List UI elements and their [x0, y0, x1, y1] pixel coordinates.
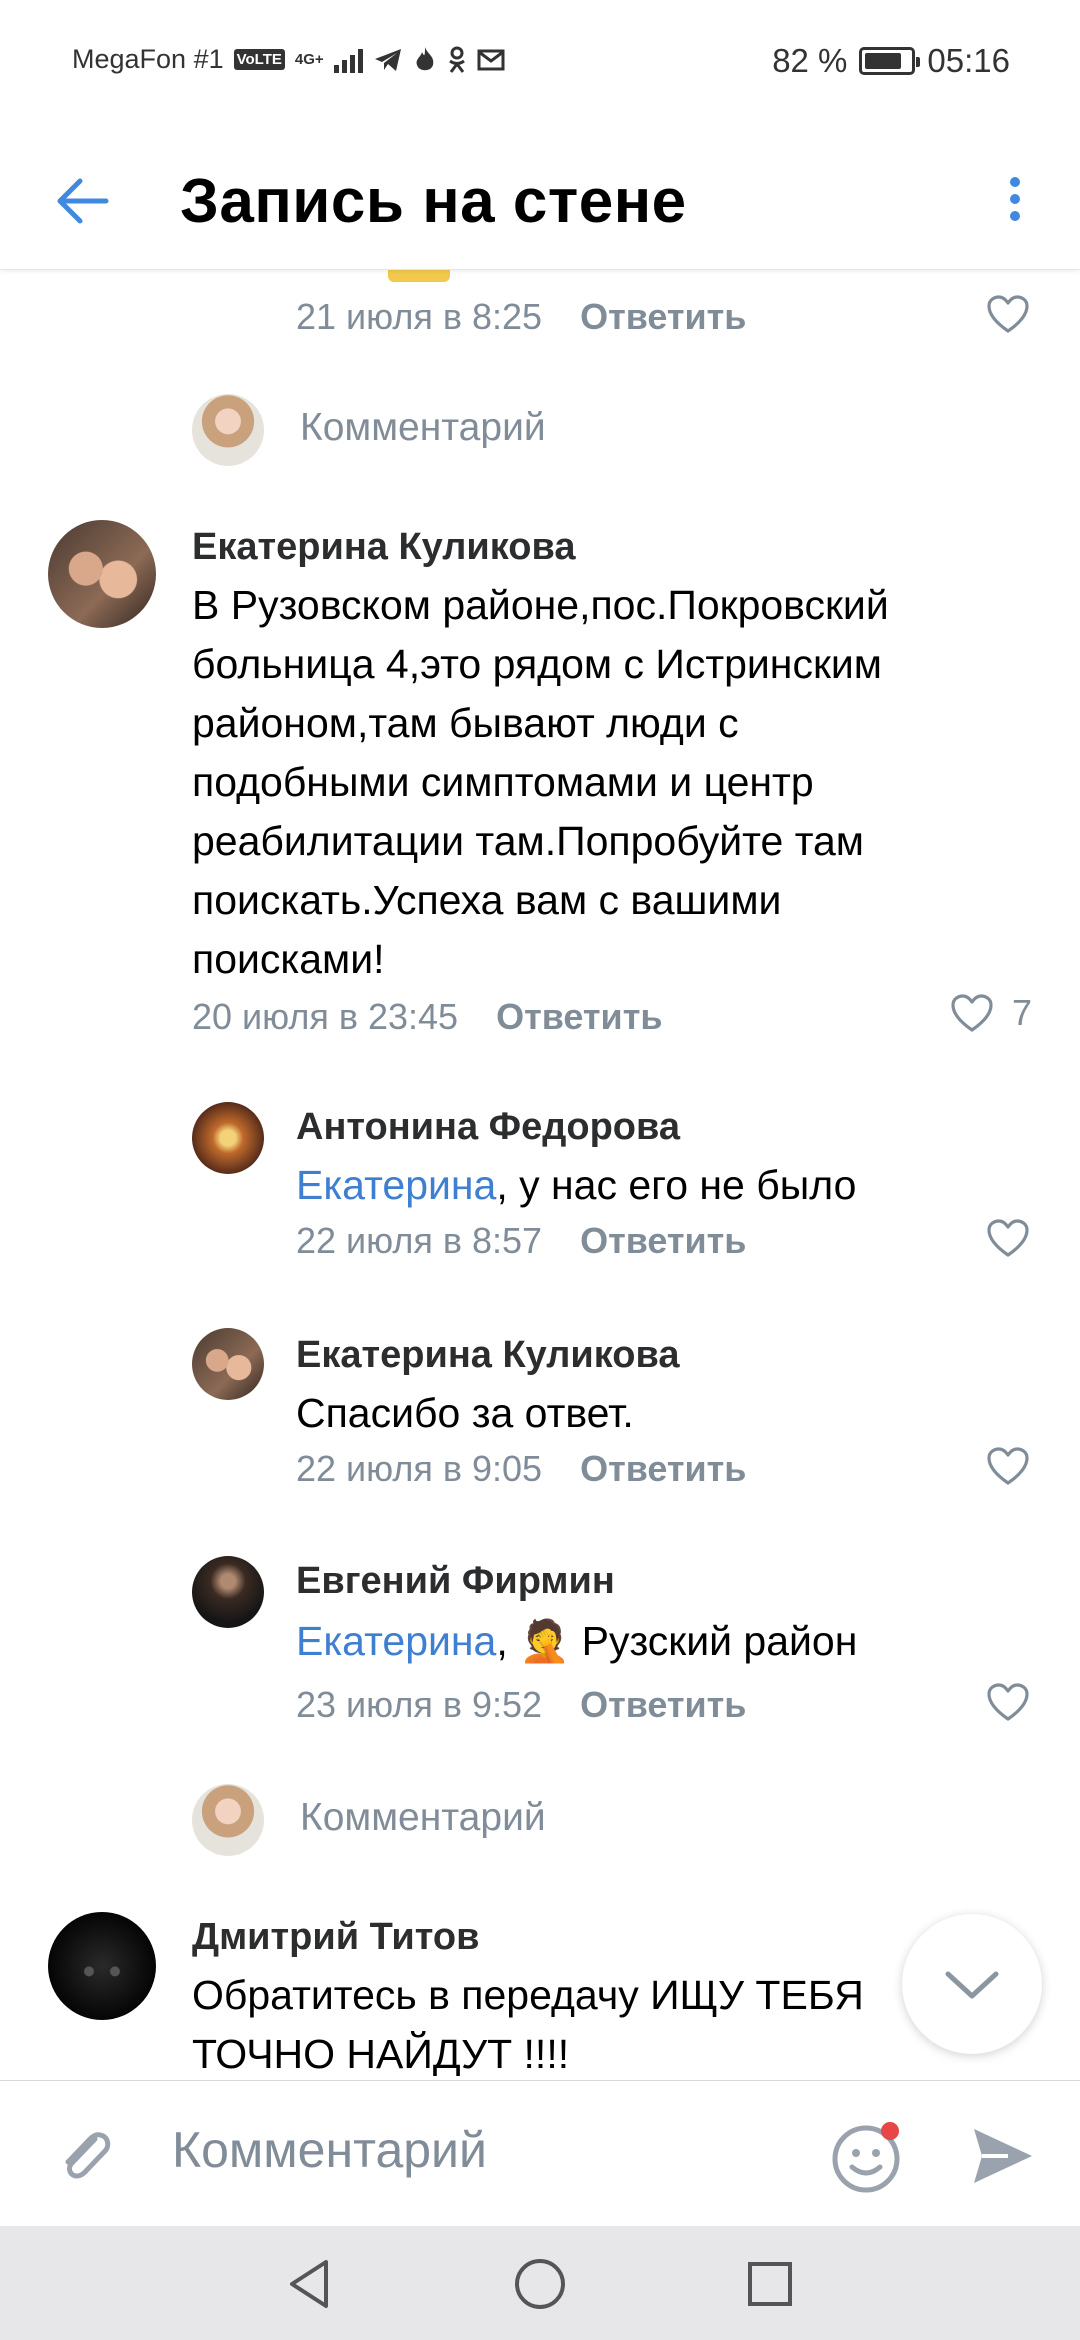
- status-left: MegaFon #1 VoLTE 4G+: [72, 44, 505, 75]
- reply-button[interactable]: Ответить: [580, 296, 746, 338]
- nav-home-button[interactable]: [510, 2254, 570, 2314]
- mention-link[interactable]: Екатерина: [296, 1162, 496, 1208]
- avatar[interactable]: [192, 1556, 264, 1628]
- send-icon: [974, 2129, 1032, 2183]
- scroll-down-button[interactable]: [902, 1914, 1042, 2054]
- nav-back-button[interactable]: [280, 2254, 340, 2314]
- comment-placeholder: Комментарий: [300, 1796, 546, 1839]
- comment-date: 22 июля в 9:05: [296, 1448, 543, 1489]
- like-button[interactable]: [986, 1446, 1030, 1486]
- heart-icon: [987, 1447, 1029, 1485]
- battery-percent: 82 %: [772, 42, 848, 79]
- network-type: 4G+: [294, 51, 324, 68]
- mention-link[interactable]: Екатерина: [296, 1618, 496, 1664]
- mail-icon: [477, 49, 505, 70]
- more-vertical-icon: [1010, 177, 1020, 187]
- comment-author[interactable]: Евгений Фирмин: [296, 1560, 615, 1603]
- back-button[interactable]: [50, 166, 120, 236]
- system-nav-bar: [0, 2226, 1080, 2340]
- comment-meta: 23 июля в 9:52 Ответить: [296, 1684, 746, 1726]
- like-button[interactable]: [986, 1682, 1030, 1722]
- more-options-button[interactable]: [990, 162, 1040, 236]
- telegram-icon: [374, 48, 401, 71]
- volte-badge: VoLTE: [233, 49, 285, 70]
- avatar[interactable]: [192, 1102, 264, 1174]
- comment-author[interactable]: Екатерина Куликова: [296, 1334, 680, 1377]
- comment-meta: 21 июля в 8:25 Ответить: [296, 296, 746, 338]
- comment-meta: 20 июля в 23:45 Ответить: [192, 996, 662, 1038]
- status-right: 82 % 05:16: [772, 42, 1010, 80]
- heart-icon: [951, 994, 993, 1032]
- comment-author[interactable]: Екатерина Куликова: [192, 526, 576, 569]
- comment-text: Спасибо за ответ.: [296, 1390, 634, 1436]
- comment-author[interactable]: Антонина Федорова: [296, 1106, 680, 1149]
- page-title: Запись на стене: [180, 167, 687, 236]
- comment-meta: 22 июля в 9:05 Ответить: [296, 1448, 746, 1490]
- circle-home-icon: [515, 2259, 565, 2309]
- avatar[interactable]: [192, 1328, 264, 1400]
- battery-icon: [859, 47, 921, 75]
- clock: 05:16: [927, 42, 1010, 79]
- avatar[interactable]: [48, 1912, 156, 2020]
- chevron-down-icon: [945, 1971, 999, 1999]
- nav-recents-button[interactable]: [740, 2254, 800, 2314]
- comment-text: Екатерина, у нас его не было: [296, 1162, 857, 1208]
- comment-author[interactable]: Дмитрий Титов: [192, 1916, 479, 1959]
- status-bar: MegaFon #1 VoLTE 4G+ 82 % 05:16: [0, 0, 1080, 126]
- paperclip-icon: [65, 2132, 111, 2179]
- reply-button[interactable]: Ответить: [580, 1220, 746, 1262]
- carrier-name: MegaFon #1: [72, 44, 224, 74]
- triangle-back-icon: [290, 2260, 328, 2308]
- reply-button[interactable]: Ответить: [580, 1684, 746, 1726]
- smile-icon: [832, 2122, 900, 2193]
- comment-text: Обратитесь в передачу ИЩУ ТЕБЯ ТОЧНО НАЙ…: [192, 1972, 864, 2077]
- like-button[interactable]: [986, 294, 1030, 334]
- heart-icon: [987, 295, 1029, 333]
- heart-icon: [987, 1219, 1029, 1257]
- back-arrow-icon: [57, 178, 109, 224]
- comments-feed[interactable]: 21 июля в 8:25 Ответить Комментарий Екат…: [0, 270, 1080, 2080]
- comment-meta: 22 июля в 8:57 Ответить: [296, 1220, 746, 1262]
- app-bar: Запись на стене: [0, 126, 1080, 270]
- sticker-button[interactable]: [830, 2119, 906, 2195]
- my-avatar: [192, 1784, 264, 1856]
- like-button[interactable]: [986, 1218, 1030, 1258]
- odnoklassniki-icon: [448, 46, 465, 73]
- comment-date: 23 июля в 9:52: [296, 1684, 543, 1725]
- partial-emoji: [388, 270, 450, 282]
- like-button[interactable]: 7: [950, 992, 1032, 1034]
- reply-button[interactable]: Ответить: [496, 996, 662, 1038]
- my-avatar: [192, 394, 264, 466]
- comment-date: 21 июля в 8:25: [296, 296, 543, 337]
- comment-text: Екатерина, 🤦 Рузский район: [296, 1618, 858, 1664]
- comment-placeholder: Комментарий: [300, 406, 546, 449]
- signal-icon: [333, 47, 363, 73]
- square-recents-icon: [748, 2262, 792, 2306]
- reply-button[interactable]: Ответить: [580, 1448, 746, 1490]
- comment-date: 20 июля в 23:45: [192, 996, 459, 1037]
- avatar[interactable]: [48, 520, 156, 628]
- flame-icon: [416, 46, 433, 70]
- facepalm-emoji: 🤦: [519, 1618, 571, 1664]
- attach-button[interactable]: [50, 2121, 120, 2191]
- comment-composer: Комментарий: [0, 2080, 1080, 2226]
- comment-text: В Рузовском районе,пос.Покровский больни…: [192, 582, 889, 982]
- like-count: 7: [1012, 992, 1033, 1033]
- send-button[interactable]: [968, 2121, 1038, 2191]
- comment-date: 22 июля в 8:57: [296, 1220, 543, 1261]
- comment-input[interactable]: Комментарий: [172, 2121, 487, 2179]
- heart-icon: [987, 1683, 1029, 1721]
